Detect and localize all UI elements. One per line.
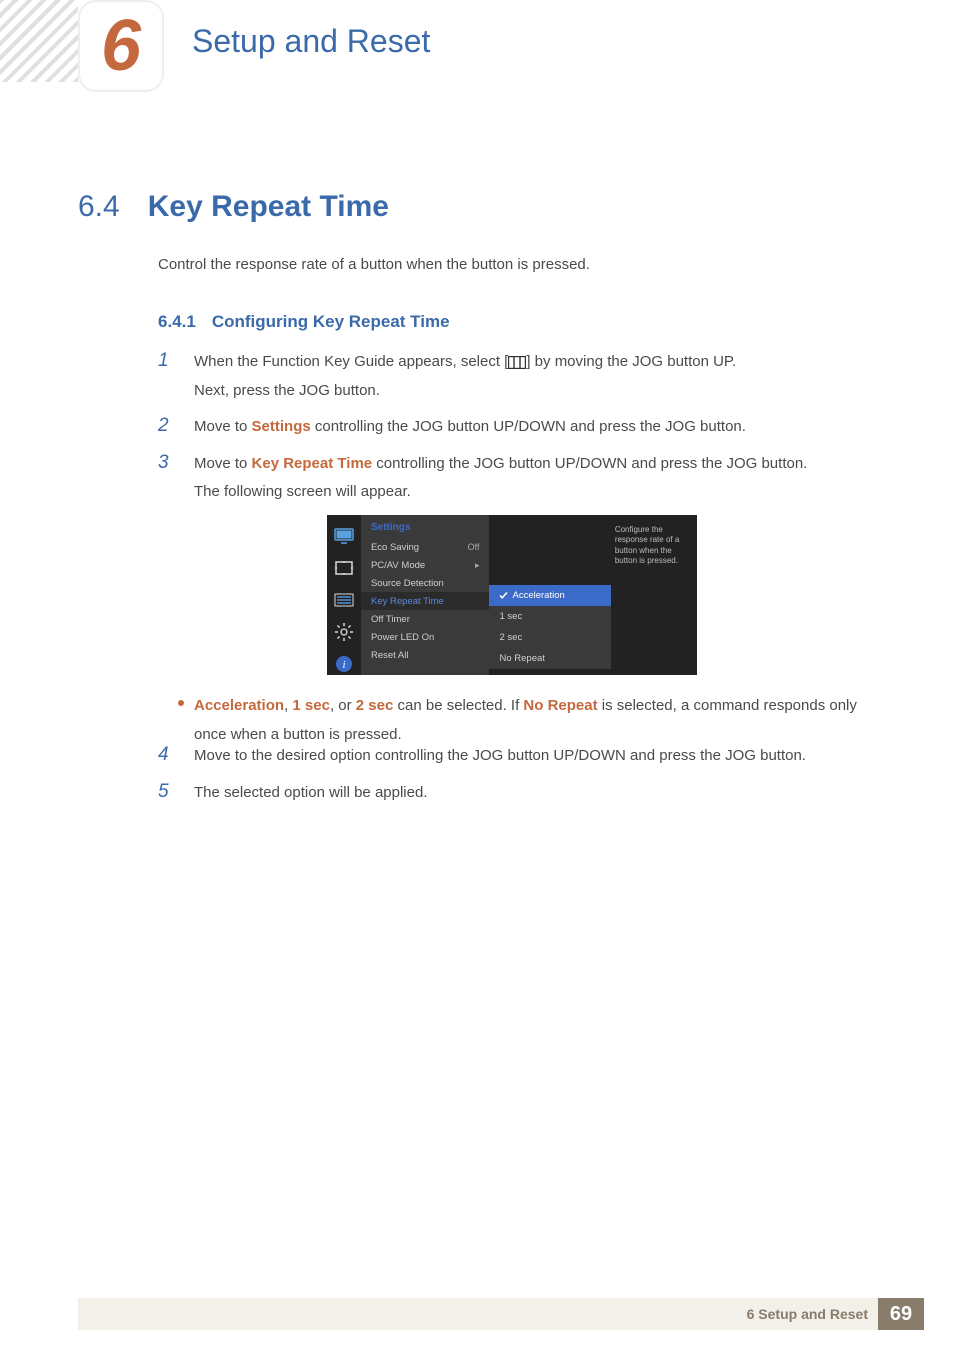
step-number: 2	[158, 415, 176, 437]
chapter-badge: 6	[78, 0, 164, 92]
steps-list-2: 4 Move to the desired option controlling…	[158, 742, 868, 815]
info-icon: i	[333, 653, 355, 675]
osd-menu: Settings Eco SavingOff PC/AV Mode▸ Sourc…	[361, 515, 490, 675]
step-body: Move to Key Repeat Time controlling the …	[194, 450, 807, 507]
bullet-icon	[178, 700, 184, 706]
step-text: Next, press the JOG button.	[194, 382, 380, 399]
chapter-number: 6	[101, 10, 141, 82]
section-description: Control the response rate of a button wh…	[158, 256, 590, 273]
page-number: 69	[878, 1298, 924, 1330]
subsection-number: 6.4.1	[158, 312, 196, 332]
step-number: 5	[158, 781, 176, 803]
step-body: The selected option will be applied.	[194, 779, 427, 808]
step-body: Move to the desired option controlling t…	[194, 742, 806, 771]
subsection-title: Configuring Key Repeat Time	[212, 312, 450, 332]
keyword: Settings	[252, 418, 311, 435]
menu-grid-icon	[508, 353, 526, 370]
osd-sidebar: i	[327, 515, 361, 675]
step-4: 4 Move to the desired option controlling…	[158, 742, 868, 771]
osd-middle: Acceleration 1 sec 2 sec No Repeat	[489, 515, 608, 675]
step-text: controlling the JOG button UP/DOWN and p…	[311, 418, 746, 435]
header-bar: Setup and Reset 6	[0, 0, 954, 82]
step-2: 2 Move to Settings controlling the JOG b…	[158, 413, 868, 442]
keyword: Acceleration	[194, 697, 284, 714]
osd-menu-item: PC/AV Mode▸	[361, 556, 490, 574]
osd-menu-item: Eco SavingOff	[361, 538, 490, 556]
keyword: 1 sec	[292, 697, 330, 714]
header-inner: Setup and Reset	[78, 0, 954, 82]
osd-menu-item: Source Detection	[361, 574, 490, 592]
osd-popup-item: 2 sec	[489, 627, 611, 648]
osd-menu-item-selected: Key Repeat Time	[361, 592, 490, 610]
osd-menu-item: Reset All	[361, 646, 490, 664]
gear-icon	[333, 621, 355, 643]
osd-help-text: Configure the response rate of a button …	[609, 515, 697, 675]
keyword: 2 sec	[356, 697, 394, 714]
step-text: ] by moving the JOG button UP.	[526, 353, 736, 370]
osd-popup-item: 1 sec	[489, 606, 611, 627]
note-text: Acceleration, 1 sec, or 2 sec can be sel…	[194, 692, 874, 749]
section-title: Key Repeat Time	[148, 190, 389, 224]
osd-menu-item: Power LED On	[361, 628, 490, 646]
step-number: 3	[158, 452, 176, 474]
step-5: 5 The selected option will be applied.	[158, 779, 868, 808]
footer-bar: 6 Setup and Reset 69	[78, 1298, 924, 1330]
picture-icon	[333, 557, 355, 579]
osd-menu-item: Off Timer	[361, 610, 490, 628]
osd-menu-title: Settings	[361, 522, 490, 538]
list-icon	[333, 589, 355, 611]
step-number: 1	[158, 350, 176, 372]
step-body: When the Function Key Guide appears, sel…	[194, 348, 736, 405]
step-number: 4	[158, 744, 176, 766]
steps-list: 1 When the Function Key Guide appears, s…	[158, 348, 868, 515]
step-body: Move to Settings controlling the JOG but…	[194, 413, 746, 442]
osd-popup-item-selected: Acceleration	[489, 585, 611, 606]
osd-screenshot: i Settings Eco SavingOff PC/AV Mode▸ Sou…	[327, 515, 697, 675]
step-text: Move to	[194, 418, 252, 435]
osd-popup-item: No Repeat	[489, 648, 611, 669]
step-1: 1 When the Function Key Guide appears, s…	[158, 348, 868, 405]
step-text: Move to	[194, 455, 252, 472]
section-number: 6.4	[78, 190, 120, 224]
step-text: When the Function Key Guide appears, sel…	[194, 353, 508, 370]
keyword: No Repeat	[523, 697, 597, 714]
svg-text:i: i	[342, 659, 345, 671]
step-3: 3 Move to Key Repeat Time controlling th…	[158, 450, 868, 507]
section-heading: 6.4 Key Repeat Time	[78, 190, 389, 224]
footer-text: 6 Setup and Reset	[747, 1306, 878, 1322]
check-icon	[499, 591, 508, 600]
step-text: controlling the JOG button UP/DOWN and p…	[372, 455, 807, 472]
monitor-icon	[333, 525, 355, 547]
keyword: Key Repeat Time	[252, 455, 373, 472]
header-stripes	[0, 0, 78, 82]
subsection-heading: 6.4.1 Configuring Key Repeat Time	[158, 312, 450, 332]
osd-popup: Acceleration 1 sec 2 sec No Repeat	[489, 585, 611, 669]
chapter-title: Setup and Reset	[192, 23, 430, 60]
step-text: The following screen will appear.	[194, 483, 411, 500]
